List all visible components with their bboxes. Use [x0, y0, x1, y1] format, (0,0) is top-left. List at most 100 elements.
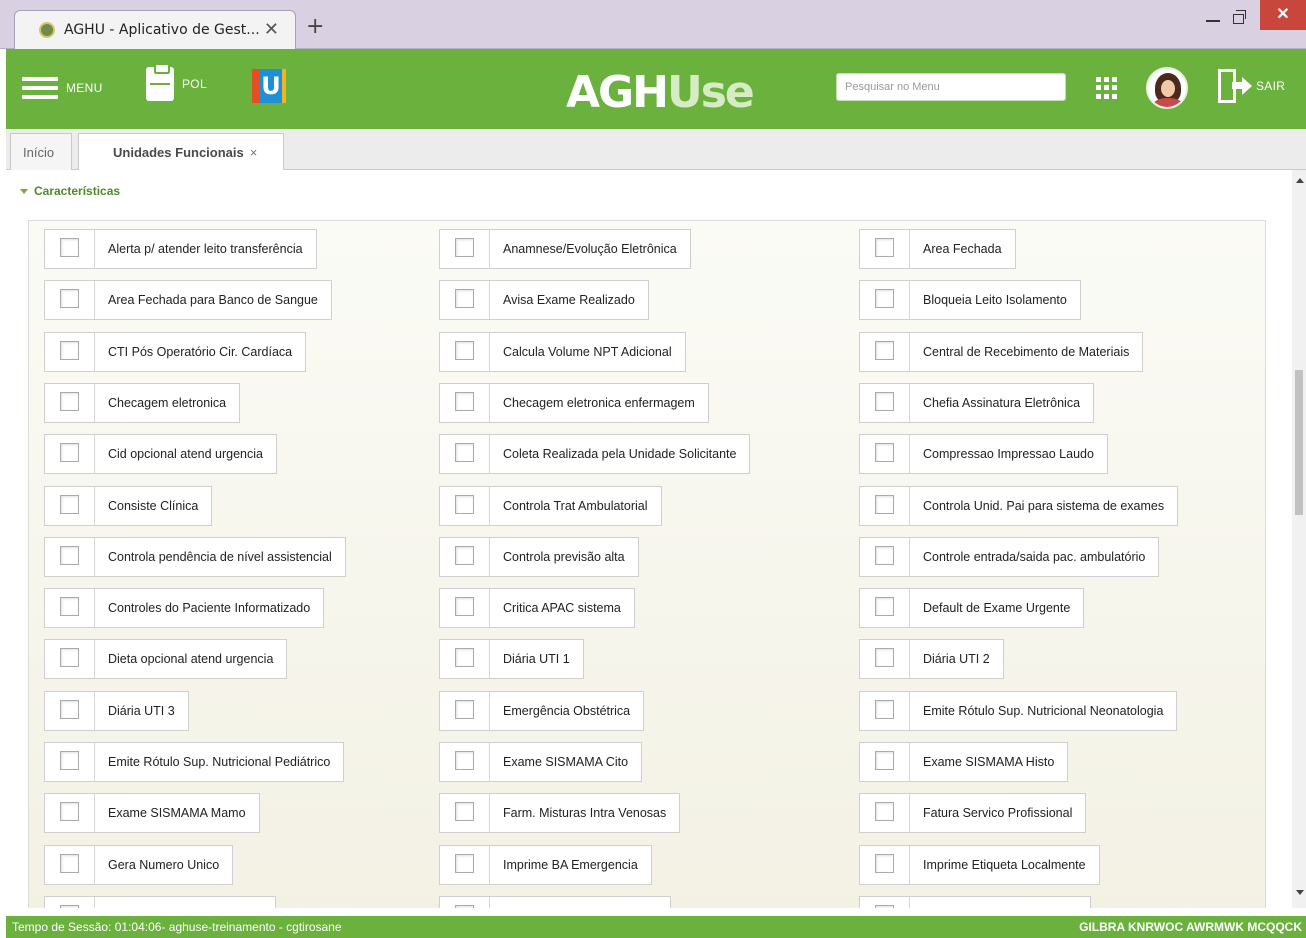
- checkbox[interactable]: [60, 597, 79, 616]
- characteristic-option[interactable]: Farm. Misturas Intra Venosas: [439, 793, 681, 833]
- checkbox[interactable]: [60, 546, 79, 565]
- checkbox[interactable]: [60, 495, 79, 514]
- tab-unidades-funcionais[interactable]: Unidades Funcionais ×: [78, 133, 284, 171]
- checkbox[interactable]: [455, 495, 474, 514]
- characteristic-option[interactable]: Alerta p/ atender leito transferência: [44, 229, 317, 269]
- new-tab-button[interactable]: +: [306, 14, 324, 39]
- characteristic-option[interactable]: [439, 896, 671, 908]
- checkbox[interactable]: [455, 289, 474, 308]
- checkbox[interactable]: [875, 905, 894, 908]
- characteristic-option[interactable]: Dieta opcional atend urgencia: [44, 639, 288, 679]
- characteristic-option[interactable]: Controla previsão alta: [439, 537, 639, 577]
- tab-inicio[interactable]: Início: [10, 133, 72, 170]
- checkbox[interactable]: [875, 495, 894, 514]
- scroll-thumb[interactable]: [1295, 370, 1303, 515]
- exit-button[interactable]: SAIR: [1218, 69, 1285, 103]
- menu-search-input[interactable]: [836, 73, 1066, 101]
- characteristic-option[interactable]: Exame SISMAMA Cito: [439, 742, 643, 782]
- characteristic-option[interactable]: Checagem eletronica enfermagem: [439, 383, 709, 423]
- characteristic-option[interactable]: Emergência Obstétrica: [439, 691, 645, 731]
- characteristic-option[interactable]: Controla Unid. Pai para sistema de exame…: [859, 486, 1179, 526]
- characteristic-option[interactable]: Cid opcional atend urgencia: [44, 434, 277, 474]
- checkbox[interactable]: [455, 802, 474, 821]
- window-close-button[interactable]: ✕: [1260, 0, 1306, 30]
- maximize-button[interactable]: [1233, 10, 1246, 24]
- checkbox[interactable]: [60, 392, 79, 411]
- pol-button[interactable]: POL: [146, 63, 207, 101]
- checkbox[interactable]: [60, 802, 79, 821]
- menu-button[interactable]: MENU: [22, 77, 103, 99]
- checkbox[interactable]: [875, 546, 894, 565]
- checkbox[interactable]: [455, 392, 474, 411]
- characteristic-option[interactable]: Controles do Paciente Informatizado: [44, 588, 325, 628]
- u-app-icon[interactable]: U: [252, 69, 286, 103]
- characteristic-option[interactable]: Area Fechada para Banco de Sangue: [44, 280, 332, 320]
- characteristic-option[interactable]: Diária UTI 2: [859, 639, 1004, 679]
- checkbox[interactable]: [60, 700, 79, 719]
- checkbox[interactable]: [875, 341, 894, 360]
- checkbox[interactable]: [455, 238, 474, 257]
- characteristic-option[interactable]: Bloqueia Leito Isolamento: [859, 280, 1081, 320]
- characteristic-option[interactable]: Diária UTI 3: [44, 691, 189, 731]
- checkbox[interactable]: [875, 648, 894, 667]
- checkbox[interactable]: [875, 238, 894, 257]
- characteristic-option[interactable]: Chefia Assinatura Eletrônica: [859, 383, 1095, 423]
- characteristic-option[interactable]: Imprime Etiqueta Localmente: [859, 845, 1100, 885]
- checkbox[interactable]: [455, 751, 474, 770]
- checkbox[interactable]: [875, 597, 894, 616]
- characteristic-option[interactable]: CTI Pós Operatório Cir. Cardíaca: [44, 332, 307, 372]
- checkbox[interactable]: [60, 648, 79, 667]
- characteristic-option[interactable]: Area Fechada: [859, 229, 1016, 269]
- checkbox[interactable]: [455, 854, 474, 873]
- characteristic-option[interactable]: Avisa Exame Realizado: [439, 280, 649, 320]
- checkbox[interactable]: [60, 238, 79, 257]
- characteristic-option[interactable]: Controla pendência de nível assistencial: [44, 537, 346, 577]
- characteristic-option[interactable]: Calcula Volume NPT Adicional: [439, 332, 686, 372]
- scroll-down-icon[interactable]: [1296, 890, 1304, 895]
- characteristic-option[interactable]: Default de Exame Urgente: [859, 588, 1085, 628]
- section-caracteristicas-toggle[interactable]: Características: [20, 184, 120, 198]
- checkbox[interactable]: [60, 854, 79, 873]
- checkbox[interactable]: [60, 341, 79, 360]
- characteristic-option[interactable]: Exame SISMAMA Histo: [859, 742, 1069, 782]
- characteristic-option[interactable]: Emite Rótulo Sup. Nutricional Pediátrico: [44, 742, 345, 782]
- checkbox[interactable]: [60, 751, 79, 770]
- close-tab-icon[interactable]: ✕: [264, 19, 279, 40]
- characteristic-option[interactable]: Compressao Impressao Laudo: [859, 434, 1108, 474]
- characteristic-option[interactable]: Anamnese/Evolução Eletrônica: [439, 229, 691, 269]
- checkbox[interactable]: [875, 854, 894, 873]
- characteristic-option[interactable]: [44, 896, 276, 908]
- checkbox[interactable]: [455, 700, 474, 719]
- characteristic-option[interactable]: Critica APAC sistema: [439, 588, 635, 628]
- characteristic-option[interactable]: Controle entrada/saida pac. ambulatório: [859, 537, 1160, 577]
- checkbox[interactable]: [875, 751, 894, 770]
- characteristic-option[interactable]: Checagem eletronica: [44, 383, 241, 423]
- checkbox[interactable]: [60, 905, 79, 908]
- checkbox[interactable]: [60, 443, 79, 462]
- characteristic-option[interactable]: Consiste Clínica: [44, 486, 213, 526]
- browser-tab[interactable]: AGHU - Aplicativo de Gest... ✕: [14, 10, 296, 49]
- characteristic-option[interactable]: Central de Recebimento de Materiais: [859, 332, 1144, 372]
- checkbox[interactable]: [455, 597, 474, 616]
- characteristic-option[interactable]: [859, 896, 1091, 908]
- checkbox[interactable]: [875, 700, 894, 719]
- checkbox[interactable]: [455, 546, 474, 565]
- checkbox[interactable]: [455, 443, 474, 462]
- vertical-scrollbar[interactable]: [1292, 170, 1306, 908]
- checkbox[interactable]: [875, 392, 894, 411]
- characteristic-option[interactable]: Fatura Servico Profissional: [859, 793, 1087, 833]
- characteristic-option[interactable]: Controla Trat Ambulatorial: [439, 486, 662, 526]
- checkbox[interactable]: [455, 905, 474, 908]
- checkbox[interactable]: [875, 289, 894, 308]
- characteristic-option[interactable]: Coleta Realizada pela Unidade Solicitant…: [439, 434, 751, 474]
- checkbox[interactable]: [455, 648, 474, 667]
- characteristic-option[interactable]: Imprime BA Emergencia: [439, 845, 652, 885]
- checkbox[interactable]: [875, 443, 894, 462]
- checkbox[interactable]: [875, 802, 894, 821]
- characteristic-option[interactable]: Diária UTI 1: [439, 639, 584, 679]
- avatar[interactable]: [1146, 67, 1188, 109]
- scroll-up-icon[interactable]: [1296, 178, 1304, 183]
- characteristic-option[interactable]: Exame SISMAMA Mamo: [44, 793, 260, 833]
- checkbox[interactable]: [455, 341, 474, 360]
- minimize-button[interactable]: [1206, 20, 1220, 22]
